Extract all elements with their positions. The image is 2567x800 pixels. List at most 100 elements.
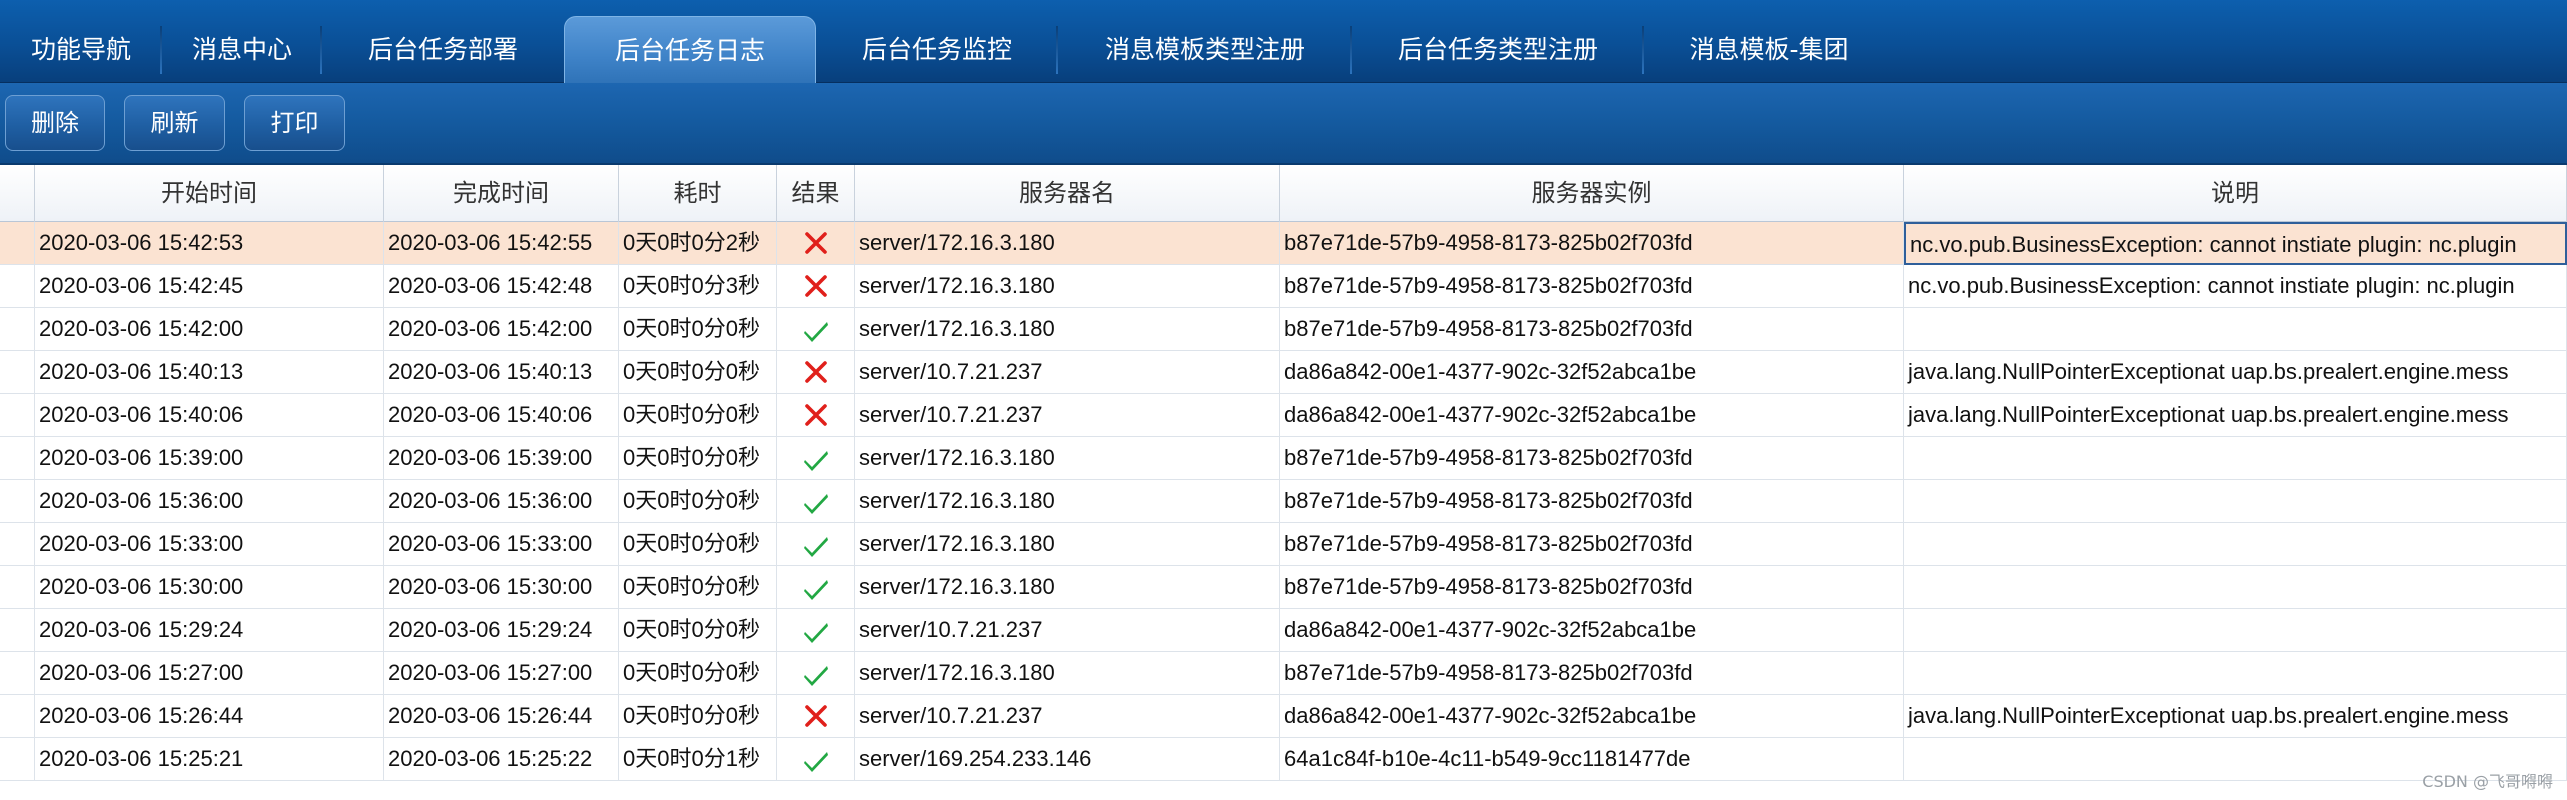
cell-end-time: 2020-03-06 15:40:06 [384,394,619,437]
row-indicator[interactable] [0,437,35,480]
cell-result [777,609,855,652]
column-header-duration[interactable]: 耗时 [619,165,777,222]
column-header-result[interactable]: 结果 [777,165,855,222]
cell-result [777,652,855,695]
cell-end-time: 2020-03-06 15:33:00 [384,523,619,566]
tab-message-center[interactable]: 消息中心 [162,16,322,83]
tab-task-type-register[interactable]: 后台任务类型注册 [1352,16,1644,83]
table-row[interactable]: 2020-03-06 15:26:44 2020-03-06 15:26:44 0天… [0,695,2567,738]
cell-start-time: 2020-03-06 15:42:53 [35,222,384,265]
column-header-server-instance[interactable]: 服务器实例 [1280,165,1904,222]
row-indicator[interactable] [0,308,35,351]
table-row[interactable]: 2020-03-06 15:36:00 2020-03-06 15:36:00 0天… [0,480,2567,523]
row-indicator[interactable] [0,738,35,781]
table-row[interactable]: 2020-03-06 15:42:45 2020-03-06 15:42:48 0天… [0,265,2567,308]
cell-result [777,351,855,394]
cell-end-time: 2020-03-06 15:42:48 [384,265,619,308]
row-indicator[interactable] [0,566,35,609]
row-indicator[interactable] [0,480,35,523]
row-indicator[interactable] [0,695,35,738]
table-header: 开始时间 完成时间 耗时 结果 服务器名 服务器实例 说明 [0,165,2567,222]
cell-duration: 0天0时0分0秒 [619,609,777,652]
column-header-description[interactable]: 说明 [1904,165,2567,222]
column-header-server-name[interactable]: 服务器名 [855,165,1280,222]
cell-server-instance: da86a842-00e1-4377-902c-32f52abca1be [1280,609,1904,652]
tab-task-monitor[interactable]: 后台任务监控 [816,16,1058,83]
tab-label: 后台任务日志 [614,36,765,65]
cell-server-name: server/10.7.21.237 [855,394,1280,437]
table-row[interactable]: 2020-03-06 15:25:21 2020-03-06 15:25:22 0天… [0,738,2567,781]
cell-end-time: 2020-03-06 15:30:00 [384,566,619,609]
cell-server-instance: b87e71de-57b9-4958-8173-825b02f703fd [1280,652,1904,695]
tab-label: 消息模板-集团 [1689,35,1849,64]
cell-end-time: 2020-03-06 15:39:00 [384,437,619,480]
cell-duration: 0天0时0分0秒 [619,308,777,351]
cross-icon [804,231,827,254]
table-row[interactable]: 2020-03-06 15:42:53 2020-03-06 15:42:55 0天… [0,222,2567,265]
row-indicator[interactable] [0,523,35,566]
cell-description: java.lang.NullPointerExceptionat uap.bs.… [1904,394,2567,437]
cell-server-name: server/172.16.3.180 [855,222,1280,265]
cell-server-instance: b87e71de-57b9-4958-8173-825b02f703fd [1280,523,1904,566]
cell-result [777,738,855,781]
row-indicator[interactable] [0,265,35,308]
cell-description [1904,609,2567,652]
cell-start-time: 2020-03-06 15:33:00 [35,523,384,566]
refresh-button[interactable]: 刷新 [124,95,225,151]
cell-result [777,222,855,265]
cell-duration: 0天0时0分0秒 [619,566,777,609]
table-row[interactable]: 2020-03-06 15:29:24 2020-03-06 15:29:24 0天… [0,609,2567,652]
tab-label: 消息模板类型注册 [1104,35,1305,64]
task-log-table: 开始时间 完成时间 耗时 结果 服务器名 服务器实例 说明 2020-03-06… [0,165,2567,800]
cell-result [777,394,855,437]
tab-task-log[interactable]: 后台任务日志 [564,16,816,83]
row-indicator[interactable] [0,222,35,265]
row-indicator[interactable] [0,394,35,437]
tab-function-navigation[interactable]: 功能导航 [0,16,162,83]
row-indicator[interactable] [0,609,35,652]
delete-button[interactable]: 删除 [5,95,105,151]
table-row[interactable]: 2020-03-06 15:27:00 2020-03-06 15:27:00 0天… [0,652,2567,695]
cell-result [777,480,855,523]
cell-result [777,308,855,351]
cell-duration: 0天0时0分0秒 [619,351,777,394]
cell-end-time: 2020-03-06 15:40:13 [384,351,619,394]
cell-duration: 0天0时0分0秒 [619,480,777,523]
table-row[interactable]: 2020-03-06 15:33:00 2020-03-06 15:33:00 0天… [0,523,2567,566]
cell-description [1904,437,2567,480]
cell-end-time: 2020-03-06 15:26:44 [384,695,619,738]
check-icon [803,450,828,471]
cell-result [777,695,855,738]
table-row[interactable]: 2020-03-06 15:42:00 2020-03-06 15:42:00 0天… [0,308,2567,351]
cell-end-time: 2020-03-06 15:25:22 [384,738,619,781]
cell-description [1904,652,2567,695]
cell-description: nc.vo.pub.BusinessException: cannot inst… [1904,265,2567,308]
table-row[interactable]: 2020-03-06 15:39:00 2020-03-06 15:39:00 0天… [0,437,2567,480]
cell-duration: 0天0时0分1秒 [619,738,777,781]
cell-server-name: server/172.16.3.180 [855,265,1280,308]
row-indicator[interactable] [0,652,35,695]
check-icon [803,579,828,600]
row-indicator[interactable] [0,351,35,394]
cell-start-time: 2020-03-06 15:39:00 [35,437,384,480]
tab-task-deploy[interactable]: 后台任务部署 [322,16,564,83]
check-icon [803,493,828,514]
column-header-start-time[interactable]: 开始时间 [35,165,384,222]
cell-server-instance: da86a842-00e1-4377-902c-32f52abca1be [1280,351,1904,394]
print-button[interactable]: 打印 [244,95,345,151]
table-row[interactable]: 2020-03-06 15:40:06 2020-03-06 15:40:06 0天… [0,394,2567,437]
cell-server-instance: b87e71de-57b9-4958-8173-825b02f703fd [1280,308,1904,351]
cell-description: nc.vo.pub.BusinessException: cannot inst… [1904,222,2567,265]
cell-server-name: server/169.254.233.146 [855,738,1280,781]
column-header-end-time[interactable]: 完成时间 [384,165,619,222]
cell-end-time: 2020-03-06 15:27:00 [384,652,619,695]
tab-message-template-type-register[interactable]: 消息模板类型注册 [1058,16,1352,83]
cell-result [777,265,855,308]
table-row[interactable]: 2020-03-06 15:40:13 2020-03-06 15:40:13 0天… [0,351,2567,394]
cell-result [777,523,855,566]
tab-message-template-group[interactable]: 消息模板-集团 [1644,16,1894,83]
table-row[interactable]: 2020-03-06 15:30:00 2020-03-06 15:30:00 0天… [0,566,2567,609]
cell-end-time: 2020-03-06 15:36:00 [384,480,619,523]
tab-label: 后台任务部署 [367,35,518,64]
cell-server-name: server/10.7.21.237 [855,695,1280,738]
